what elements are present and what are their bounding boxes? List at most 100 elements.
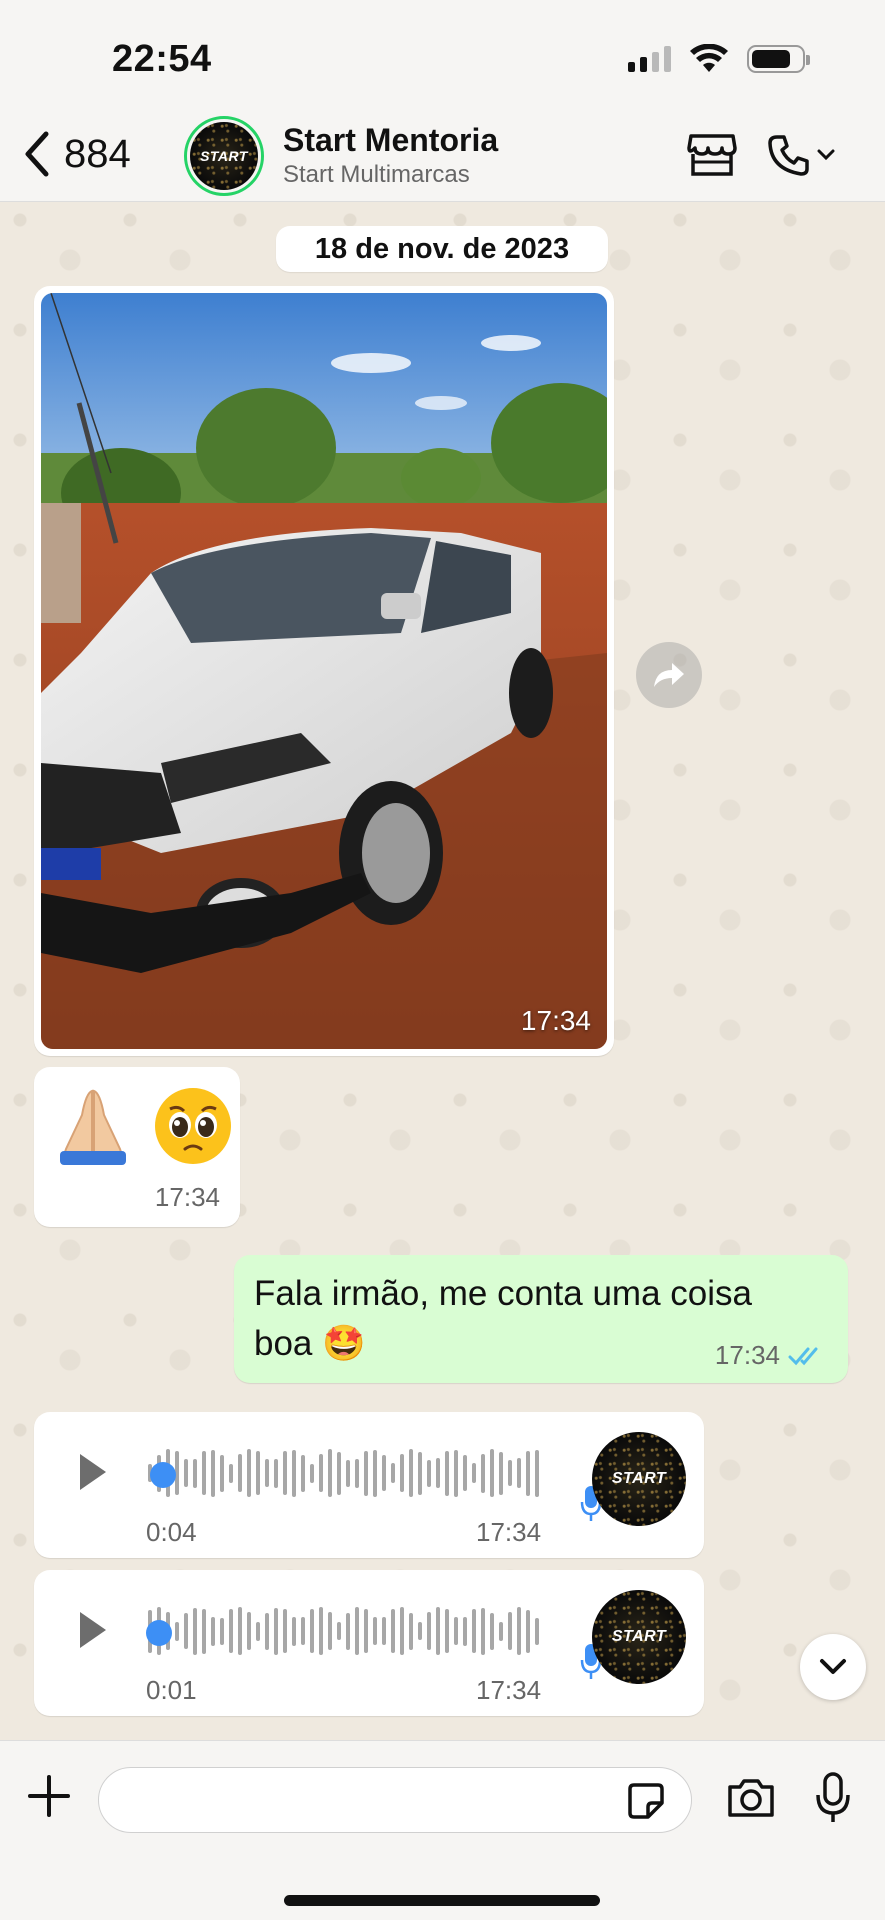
home-indicator xyxy=(284,1895,600,1906)
waveform[interactable] xyxy=(148,1604,539,1658)
waveform-bar xyxy=(445,1450,449,1496)
sender-avatar: START xyxy=(592,1590,686,1684)
waveform-bar xyxy=(409,1449,413,1497)
waveform-bar xyxy=(274,1607,278,1655)
waveform-bar xyxy=(274,1458,278,1488)
playback-scrubber[interactable] xyxy=(146,1620,172,1646)
waveform-bar xyxy=(247,1449,251,1497)
voice-timestamp: 17:34 xyxy=(476,1517,542,1547)
waveform-bar xyxy=(328,1612,332,1650)
emoji-message[interactable]: 17:34 xyxy=(34,1067,240,1227)
waveform-bar xyxy=(184,1613,188,1649)
date-divider: 18 de nov. de 2023 xyxy=(276,226,608,272)
waveform-bar xyxy=(310,1463,314,1483)
forward-button[interactable] xyxy=(636,642,702,708)
waveform-bar xyxy=(256,1621,260,1641)
play-icon[interactable] xyxy=(76,1450,110,1494)
waveform-bar xyxy=(202,1608,206,1654)
call-button[interactable] xyxy=(767,133,835,177)
emoji-message-timestamp: 17:34 xyxy=(154,1182,220,1212)
voice-message[interactable]: 0:01 17:34 START xyxy=(34,1570,704,1716)
microphone-icon[interactable] xyxy=(814,1771,852,1825)
chat-header: 884 START Start Mentoria Start Multimarc… xyxy=(0,110,885,202)
waveform-bar xyxy=(319,1607,323,1655)
waveform-bar xyxy=(382,1617,386,1645)
plus-icon[interactable] xyxy=(26,1773,72,1819)
waveform-bar xyxy=(220,1617,224,1645)
waveform-bar xyxy=(301,1617,305,1645)
waveform-bar xyxy=(265,1612,269,1650)
waveform-bar xyxy=(238,1454,242,1492)
waveform-bar xyxy=(409,1612,413,1650)
sticker-icon[interactable] xyxy=(626,1781,666,1821)
waveform-bar xyxy=(382,1455,386,1491)
voice-message[interactable]: 0:04 17:34 START xyxy=(34,1412,704,1558)
waveform-bar xyxy=(526,1450,530,1496)
chat-subtitle: Start Multimarcas xyxy=(283,161,470,188)
image-timestamp: 17:34 xyxy=(520,1005,591,1036)
scroll-to-bottom-button[interactable] xyxy=(800,1634,866,1700)
play-icon[interactable] xyxy=(76,1608,110,1652)
waveform-bar xyxy=(499,1451,503,1495)
waveform-bar xyxy=(229,1609,233,1653)
waveform-bar xyxy=(391,1463,395,1483)
waveform-bar xyxy=(256,1451,260,1495)
battery-icon xyxy=(747,45,810,73)
waveform-bar xyxy=(175,1621,179,1641)
chat-avatar[interactable]: START xyxy=(184,116,264,196)
pleading-face-emoji-icon xyxy=(155,1088,231,1164)
outgoing-text-message[interactable]: Fala irmão, me conta uma coisa boa 🤩 17:… xyxy=(234,1255,848,1383)
message-input[interactable] xyxy=(98,1767,692,1833)
waveform-bar xyxy=(355,1458,359,1488)
waveform-bar xyxy=(517,1607,521,1655)
wifi-icon xyxy=(690,44,728,72)
waveform-bar xyxy=(211,1449,215,1497)
chevron-down-icon xyxy=(817,149,835,161)
status-time: 22:54 xyxy=(112,38,212,80)
waveform-bar xyxy=(508,1612,512,1650)
voice-timestamp: 17:34 xyxy=(476,1675,542,1705)
waveform-bar xyxy=(238,1607,242,1655)
waveform-bar xyxy=(481,1607,485,1655)
waveform-bar xyxy=(292,1449,296,1497)
waveform-bar xyxy=(400,1607,404,1655)
waveform-bar xyxy=(364,1609,368,1653)
playback-scrubber[interactable] xyxy=(150,1462,176,1488)
waveform-bar xyxy=(355,1607,359,1655)
waveform-bar xyxy=(328,1449,332,1497)
waveform-bar xyxy=(247,1612,251,1650)
waveform-bar xyxy=(337,1622,341,1640)
back-button[interactable]: 884 xyxy=(22,130,131,178)
chevron-left-icon xyxy=(25,131,49,177)
waveform-bar xyxy=(535,1617,539,1645)
waveform-bar xyxy=(319,1454,323,1492)
waveform-bar xyxy=(229,1463,233,1483)
waveform-bar xyxy=(499,1621,503,1641)
waveform-bar xyxy=(427,1612,431,1650)
waveform-bar xyxy=(283,1609,287,1653)
waveform-bar xyxy=(202,1451,206,1495)
waveform-bar xyxy=(346,1612,350,1650)
storefront-icon[interactable] xyxy=(687,132,737,178)
camera-icon[interactable] xyxy=(726,1777,776,1819)
waveform-bar xyxy=(463,1455,467,1491)
waveform-bar xyxy=(445,1609,449,1653)
image-message[interactable]: 17:34 xyxy=(34,286,614,1056)
chat-info[interactable]: Start Mentoria Start Multimarcas xyxy=(283,122,498,189)
waveform-bar xyxy=(211,1616,215,1646)
waveform-bar xyxy=(472,1463,476,1483)
waveform-bar xyxy=(301,1454,305,1492)
waveform-bar xyxy=(427,1459,431,1487)
voice-duration: 0:04 xyxy=(146,1517,197,1547)
waveform-bar xyxy=(346,1459,350,1487)
chat-title: Start Mentoria xyxy=(283,122,499,158)
waveform[interactable] xyxy=(148,1446,539,1500)
waveform-bar xyxy=(418,1451,422,1495)
message-timestamp: 17:34 xyxy=(714,1340,780,1370)
waveform-bar xyxy=(463,1616,467,1646)
waveform-bar xyxy=(373,1617,377,1645)
sender-avatar: START xyxy=(592,1432,686,1526)
waveform-bar xyxy=(193,1607,197,1655)
waveform-bar xyxy=(364,1450,368,1496)
waveform-bar xyxy=(454,1617,458,1645)
